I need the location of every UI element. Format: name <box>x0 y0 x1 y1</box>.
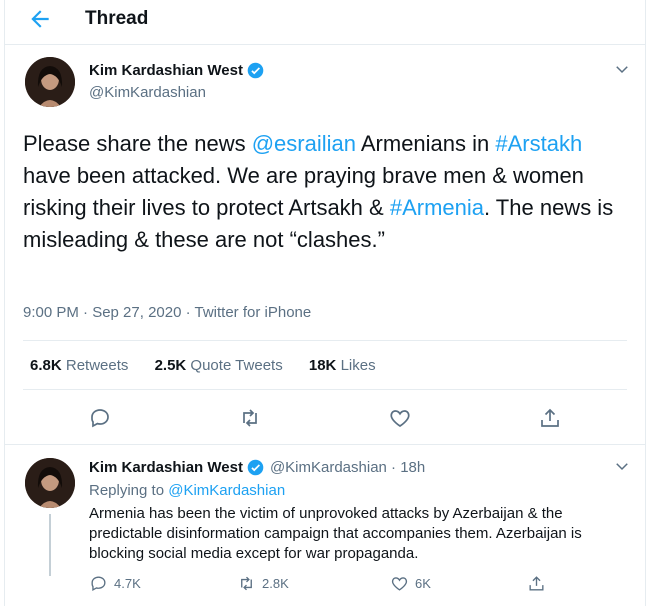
like-action[interactable]: 6K <box>390 574 431 593</box>
avatar[interactable] <box>25 458 75 508</box>
replying-handle-link[interactable]: @KimKardashian <box>168 482 285 499</box>
quotes-stat[interactable]: 2.5K Quote Tweets <box>155 357 283 374</box>
verified-badge-icon <box>247 62 264 79</box>
tweet-stats: 6.8K Retweets 2.5K Quote Tweets 18K Like… <box>30 357 398 374</box>
tweet-text: Please share the news @esrailian Armenia… <box>23 128 623 256</box>
chevron-down-icon[interactable] <box>613 60 631 78</box>
likes-label: Likes <box>340 357 376 374</box>
author-name-text: Kim Kardashian West <box>89 62 243 79</box>
thread-header: Thread <box>5 0 645 45</box>
author-handle[interactable]: @KimKardashian <box>89 84 206 101</box>
likes-count: 18K <box>308 357 337 374</box>
retweets-stat[interactable]: 6.8K Retweets <box>30 357 128 374</box>
reply-icon <box>91 576 106 591</box>
retweet-icon[interactable] <box>238 406 262 430</box>
replying-to: Replying to @KimKardashian <box>89 482 285 499</box>
share-icon <box>529 576 544 591</box>
reply-text: Armenia has been the victim of unprovoke… <box>89 505 582 562</box>
quotes-label: Quote Tweets <box>190 357 283 374</box>
retweet-action[interactable]: 2.8K <box>237 574 289 593</box>
avatar[interactable] <box>25 57 75 107</box>
hashtag-link[interactable]: #Armenia <box>390 195 484 220</box>
reply-author-name: Kim Kardashian West <box>89 459 243 476</box>
retweet-icon <box>241 576 252 591</box>
tweet-meta[interactable]: 9:00 PM · Sep 27, 2020 · Twitter for iPh… <box>23 304 311 321</box>
mention-link[interactable]: @esrailian <box>252 131 356 156</box>
verified-badge-icon <box>247 459 264 476</box>
divider <box>23 340 627 341</box>
heart-icon[interactable] <box>388 406 412 430</box>
tweet-text-segment: Please share the news <box>23 131 252 156</box>
thread-connector-line <box>49 514 51 576</box>
reply-handle-time[interactable]: @KimKardashian · 18h <box>270 459 425 476</box>
author-name[interactable]: Kim Kardashian West <box>89 62 264 79</box>
reply-count: 4.7K <box>114 576 141 591</box>
thread-panel: Thread Kim Kardashian West @KimKardashia… <box>4 0 646 606</box>
retweet-count: 2.8K <box>262 576 289 591</box>
like-count: 6K <box>415 576 431 591</box>
replying-prefix: Replying to <box>89 482 169 499</box>
divider <box>5 444 645 445</box>
reply-action[interactable]: 4.7K <box>89 574 141 593</box>
likes-stat[interactable]: 18K Likes <box>309 357 376 374</box>
divider <box>23 389 627 390</box>
page-title: Thread <box>85 8 149 29</box>
chevron-down-icon[interactable] <box>613 457 631 475</box>
arrow-left-icon[interactable] <box>27 6 53 32</box>
retweets-count: 6.8K <box>30 357 62 374</box>
share-icon[interactable] <box>538 406 562 430</box>
retweets-label: Retweets <box>65 357 129 374</box>
tweet-text-segment: Armenians in <box>355 131 496 156</box>
heart-icon <box>391 577 408 591</box>
hashtag-link[interactable]: #Arstakh <box>495 131 582 156</box>
reply-author[interactable]: Kim Kardashian West @KimKardashian · 18h <box>89 459 425 476</box>
share-action[interactable] <box>527 574 552 593</box>
quotes-count: 2.5K <box>154 357 187 374</box>
reply-icon[interactable] <box>88 406 112 430</box>
